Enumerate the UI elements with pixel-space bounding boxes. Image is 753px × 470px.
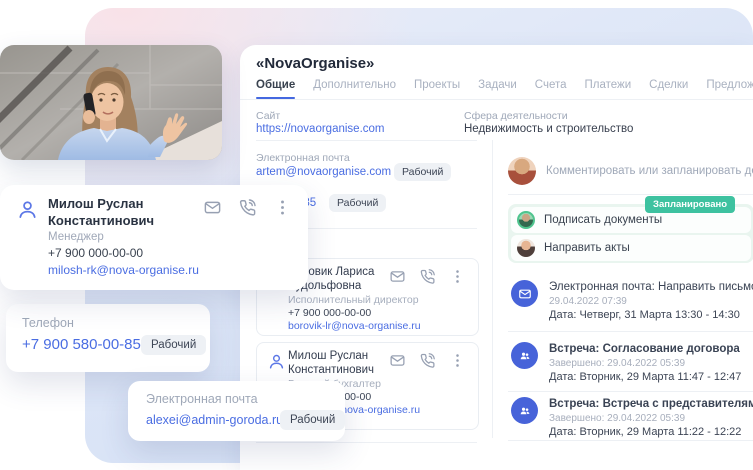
contact-actions: [389, 268, 466, 285]
contact-name-line2: Константинович: [288, 363, 374, 377]
comment-composer[interactable]: Комментировать или запланировать действи…: [546, 165, 753, 177]
contact-email-link[interactable]: borovik-lr@nova-organise.ru: [288, 320, 421, 332]
email-activity-icon: [511, 280, 538, 307]
site-link[interactable]: https://novaorganise.com: [256, 123, 385, 135]
activity-title[interactable]: Встреча: Встреча с представителями NovaO…: [549, 398, 753, 410]
tab-scheta[interactable]: Счета: [535, 79, 567, 91]
contact-card-name-line1: Милош Руслан: [48, 195, 143, 212]
planned-status-badge: Запланировано: [645, 196, 735, 213]
fields-divider: [256, 140, 477, 141]
contact-card-email-link[interactable]: milosh-rk@nova-organise.ru: [48, 263, 199, 277]
contact-card[interactable]: Милош Руслан Константинович Менеджер +7 …: [0, 185, 308, 290]
phone-detail-card: Телефон +7 900 580-00-85 Рабочий: [6, 304, 210, 372]
activity-divider: [508, 440, 753, 441]
company-email-badge: Рабочий: [394, 163, 451, 181]
phone-card-label: Телефон: [22, 316, 74, 330]
page: { "colors":{ "accent_blue":"#4a6de2", "t…: [0, 0, 753, 470]
task-label: Направить акты: [544, 242, 630, 254]
activity-date: Дата: Вторник, 29 Марта 11:47 - 12:47: [549, 371, 741, 383]
meeting-activity-icon: [511, 342, 538, 369]
person-icon: [267, 352, 286, 371]
industry-value: Недвижимость и строительство: [464, 123, 633, 135]
activity-meta: 29.04.2022 07:39: [549, 296, 627, 307]
tab-predlozheniya[interactable]: Предложения: [706, 79, 753, 91]
more-options-icon[interactable]: [449, 352, 466, 369]
contact-card-phone: +7 900 000-00-00: [48, 246, 143, 260]
phone-call-icon[interactable]: [238, 198, 257, 217]
list-bottom-divider: [256, 442, 477, 443]
mail-icon[interactable]: [203, 198, 222, 217]
assignee-avatar: [517, 239, 535, 257]
phone-call-icon[interactable]: [419, 352, 436, 369]
tab-zadachi[interactable]: Задачи: [478, 79, 517, 91]
phone-card-badge: Рабочий: [141, 335, 206, 355]
header-divider: [240, 99, 753, 100]
contact-card-role: Менеджер: [48, 231, 104, 243]
more-options-icon[interactable]: [449, 268, 466, 285]
woman-on-phone-photo: [0, 45, 222, 160]
activity-divider: [508, 331, 753, 332]
more-options-icon[interactable]: [273, 198, 292, 217]
contact-role: Исполнительный директор: [288, 294, 419, 306]
activity-divider: [508, 194, 753, 195]
company-phone-badge: Рабочий: [329, 194, 386, 212]
contact-card-name-line2: Константинович: [48, 212, 154, 229]
industry-label: Сфера деятельности: [464, 110, 568, 122]
contact-photo-card: [0, 45, 222, 160]
activity-meta: Завершено: 29.04.2022 05:39: [549, 358, 685, 369]
email-card-address-link[interactable]: alexei@admin-goroda.ru: [146, 413, 283, 427]
tab-bar: Общие Дополнительно Проекты Задачи Счета…: [256, 79, 753, 91]
column-divider: [492, 140, 493, 438]
phone-card-number-link[interactable]: +7 900 580-00-85: [22, 336, 141, 353]
activity-title[interactable]: Электронная почта: Направить письмо по у…: [549, 281, 753, 293]
tab-dopolnitelno[interactable]: Дополнительно: [313, 79, 396, 91]
activity-date: Дата: Четверг, 31 Марта 13:30 - 14:30: [549, 309, 740, 321]
contact-phone: +7 900 000-00-00: [288, 307, 371, 319]
contact-card-actions: [203, 198, 292, 217]
person-icon: [16, 198, 39, 221]
site-label: Сайт: [256, 110, 280, 122]
email-detail-card: Электронная почта alexei@admin-goroda.ru…: [128, 381, 345, 441]
user-avatar: [508, 157, 536, 185]
company-email-link[interactable]: artem@novaorganise.com: [256, 166, 391, 178]
phone-call-icon[interactable]: [419, 268, 436, 285]
task-row[interactable]: Направить акты: [511, 235, 751, 261]
tab-obshchie[interactable]: Общие: [256, 79, 295, 91]
mail-icon[interactable]: [389, 268, 406, 285]
tab-platezhi[interactable]: Платежи: [585, 79, 632, 91]
assignee-avatar: [517, 211, 535, 229]
task-label: Подписать документы: [544, 214, 662, 226]
email-card-label: Электронная почта: [146, 392, 258, 406]
tab-proekty[interactable]: Проекты: [414, 79, 460, 91]
tab-sdelki[interactable]: Сделки: [649, 79, 688, 91]
activity-date: Дата: Вторник, 29 Марта 11:22 - 12:22: [549, 426, 741, 438]
page-title: «NovaOrganise»: [256, 55, 374, 72]
contact-actions: [389, 352, 466, 369]
activity-meta: Завершено: 29.04.2022 05:39: [549, 413, 685, 424]
meeting-activity-icon: [511, 397, 538, 424]
contact-name-line1: Милош Руслан: [288, 349, 368, 363]
email-card-badge: Рабочий: [280, 410, 345, 430]
mail-icon[interactable]: [389, 352, 406, 369]
activity-title[interactable]: Встреча: Согласование договора: [549, 343, 740, 355]
company-email-label: Электронная почта: [256, 152, 350, 164]
activity-divider: [508, 391, 753, 392]
